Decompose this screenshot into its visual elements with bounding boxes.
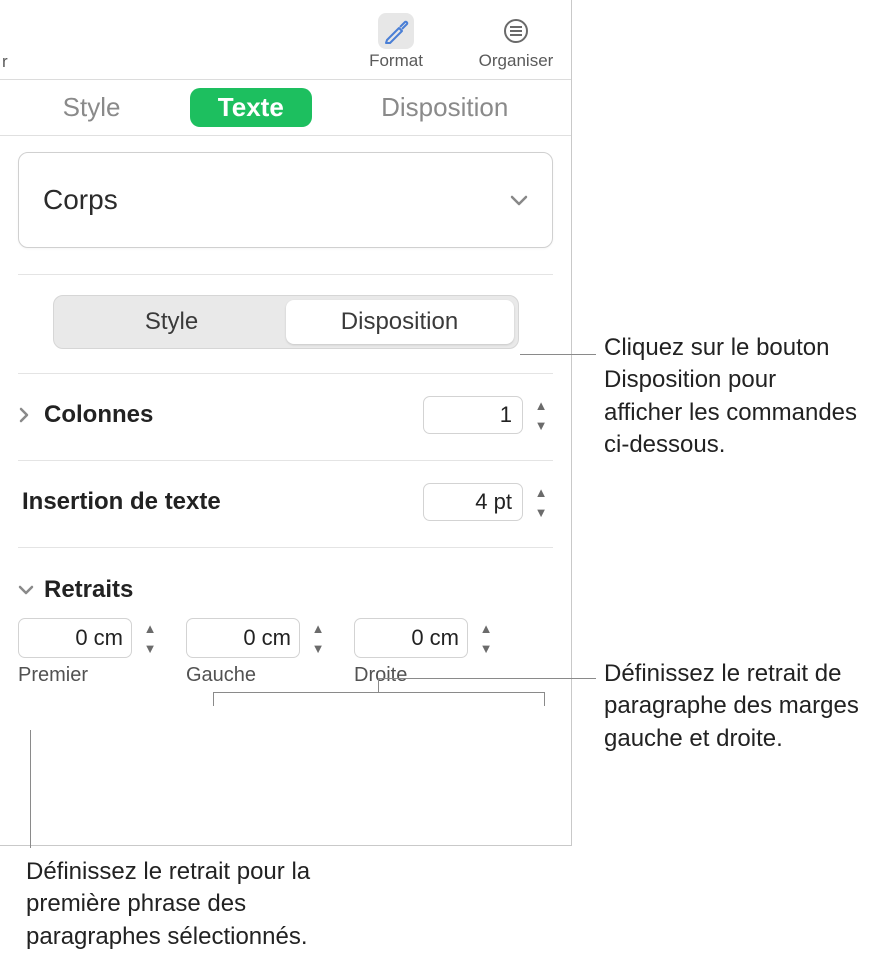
indent-right-label: Droite	[354, 664, 498, 687]
chevron-up-icon: ▲	[306, 619, 330, 637]
text-inset-label: Insertion de texte	[22, 488, 221, 516]
body-area: Corps Style Disposition Colonnes ▲	[0, 136, 571, 687]
callout-margins: Définissez le retrait de paragraphe des …	[604, 658, 862, 755]
indents-header: Retraits	[18, 576, 553, 604]
chevron-down-icon: ▼	[306, 639, 330, 657]
indent-left-input[interactable]	[186, 618, 300, 658]
callout-leader	[30, 730, 31, 848]
paragraph-style-value: Corps	[43, 184, 118, 216]
chevron-right-icon[interactable]	[18, 407, 36, 423]
callout-leader	[520, 354, 596, 355]
segment-disposition[interactable]: Disposition	[286, 300, 514, 344]
divider	[18, 274, 553, 275]
text-inset-input[interactable]	[423, 483, 523, 521]
chevron-up-icon: ▲	[529, 396, 553, 414]
truncated-toolbar-label: r	[2, 52, 8, 72]
indent-right-stepper[interactable]: ▲ ▼	[474, 619, 498, 657]
divider	[18, 460, 553, 461]
tab-bar: Style Texte Disposition	[0, 80, 571, 136]
divider	[18, 547, 553, 548]
indent-first: ▲ ▼ Premier	[18, 618, 162, 687]
chevron-down-icon	[510, 194, 528, 206]
chevron-up-icon: ▲	[138, 619, 162, 637]
tab-texte[interactable]: Texte	[190, 88, 312, 127]
toolbar: Format Organiser	[0, 0, 571, 80]
indent-left: ▲ ▼ Gauche	[186, 618, 330, 687]
paintbrush-icon	[378, 13, 414, 49]
paragraph-style-dropdown[interactable]: Corps	[18, 152, 553, 248]
callout-first-line: Définissez le retrait pour la première p…	[26, 856, 346, 953]
segment-style[interactable]: Style	[58, 300, 286, 344]
indent-first-label: Premier	[18, 664, 162, 687]
indent-group: ▲ ▼ Premier ▲ ▼ Gauche	[18, 618, 553, 687]
chevron-down-icon: ▼	[529, 503, 553, 521]
organiser-button[interactable]: Organiser	[461, 13, 571, 71]
chevron-down-icon: ▼	[138, 639, 162, 657]
segmented-control: Style Disposition	[53, 295, 519, 349]
indent-left-label: Gauche	[186, 664, 330, 687]
indents-label: Retraits	[44, 576, 133, 604]
chevron-down-icon: ▼	[529, 416, 553, 434]
format-label: Format	[369, 51, 423, 71]
callout-disposition: Cliquez sur le bouton Disposition pour a…	[604, 332, 860, 462]
columns-row: Colonnes ▲ ▼	[18, 396, 553, 434]
tab-style[interactable]: Style	[35, 88, 149, 127]
indent-right-input[interactable]	[354, 618, 468, 658]
text-inset-stepper: ▲ ▼	[423, 483, 553, 521]
chevron-down-icon: ▼	[474, 639, 498, 657]
callout-bracket	[213, 692, 545, 706]
indent-left-stepper[interactable]: ▲ ▼	[306, 619, 330, 657]
organiser-icon	[498, 13, 534, 49]
indent-first-input[interactable]	[18, 618, 132, 658]
text-inset-stepper-buttons[interactable]: ▲ ▼	[529, 483, 553, 521]
text-inset-row: Insertion de texte ▲ ▼	[18, 483, 553, 521]
columns-stepper-buttons[interactable]: ▲ ▼	[529, 396, 553, 434]
callout-bracket-tail	[378, 678, 379, 692]
indent-right: ▲ ▼ Droite	[354, 618, 498, 687]
organiser-label: Organiser	[479, 51, 554, 71]
divider	[18, 373, 553, 374]
indent-first-stepper[interactable]: ▲ ▼	[138, 619, 162, 657]
columns-input[interactable]	[423, 396, 523, 434]
columns-stepper: ▲ ▼	[423, 396, 553, 434]
inspector-panel: r Format Organiser Styl	[0, 0, 572, 846]
columns-label: Colonnes	[44, 401, 153, 429]
tab-disposition[interactable]: Disposition	[353, 88, 536, 127]
format-button[interactable]: Format	[341, 13, 451, 71]
chevron-up-icon: ▲	[474, 619, 498, 637]
chevron-down-icon[interactable]	[18, 584, 36, 596]
callout-leader	[378, 678, 596, 679]
chevron-up-icon: ▲	[529, 483, 553, 501]
